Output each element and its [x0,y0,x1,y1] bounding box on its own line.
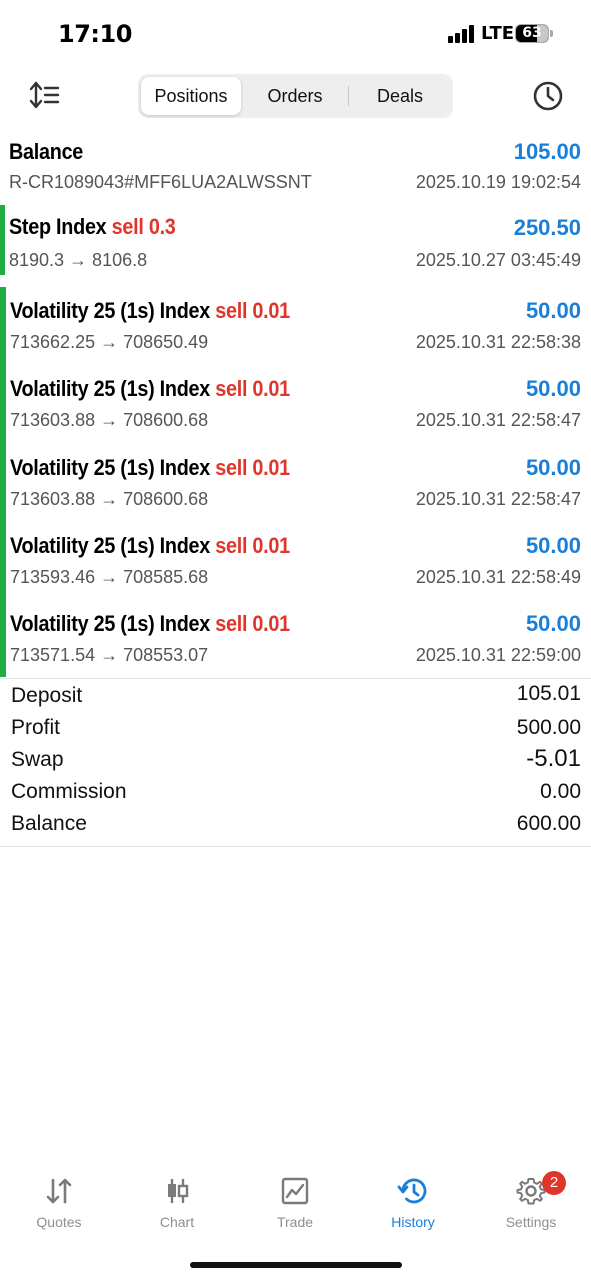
deal-profit: 50.00 [525,533,581,558]
settings-badge: 2 [542,1171,566,1195]
deal-row[interactable]: Volatility 25 (1s) Index sell 0.01 50.00… [0,294,591,364]
deal-symbol: Step Index [9,214,107,239]
deal-side: sell 0.01 [215,611,290,636]
deal-datetime: 2025.10.31 22:58:47 [415,410,581,430]
deal-row[interactable]: Volatility 25 (1s) Index sell 0.01 50.00… [0,451,591,521]
nav-label: Trade [276,1214,314,1230]
deal-symbol: Volatility 25 (1s) Index [10,611,211,636]
status-bar: 17:10 LTE 63 [0,0,591,70]
sort-icon[interactable] [28,80,62,110]
deal-datetime: 2025.10.27 03:45:49 [415,250,581,270]
deal-symbol: Volatility 25 (1s) Index [10,533,211,558]
signal-strength-icon [448,25,476,43]
deal-profit: 50.00 [525,298,581,323]
balance-datetime: 2025.10.19 19:02:54 [415,172,581,192]
deal-side: sell 0.01 [215,376,290,401]
network-type: LTE [481,23,515,44]
nav-quotes[interactable]: Quotes [0,1172,118,1242]
deal-row[interactable]: Volatility 25 (1s) Index sell 0.01 50.00… [0,372,591,442]
balance-amount: 105.00 [513,139,581,164]
deal-datetime: 2025.10.31 22:58:47 [415,489,581,509]
deal-symbol: Volatility 25 (1s) Index [10,298,211,323]
balance-reference: R-CR1089043#MFF6LUA2ALWSSNT [9,172,312,192]
deal-prices: 713603.88 → 708600.68 [10,410,209,430]
deal-profit: 50.00 [525,455,581,480]
summary-label-balance: Balance [11,812,87,835]
nav-label: Quotes [36,1214,82,1230]
deal-datetime: 2025.10.31 22:59:00 [415,645,581,665]
nav-trade[interactable]: Trade [236,1172,354,1242]
deal-prices: 713593.46 → 708585.68 [10,567,209,587]
deal-row[interactable]: Volatility 25 (1s) Index sell 0.01 50.00… [0,607,591,677]
deal-side: sell 0.01 [215,533,290,558]
deal-side: sell 0.01 [215,455,290,480]
position-bar [0,205,5,275]
deal-profit: 50.00 [525,611,581,636]
summary-value-profit: 500.00 [516,716,581,739]
candlestick-icon [168,1179,189,1203]
tab-positions[interactable]: Positions [141,77,241,115]
summary-label-profit: Profit [11,716,61,739]
nav-label: Settings [505,1214,557,1230]
deal-side: sell 0.3 [111,214,176,239]
summary-label-swap: Swap [11,748,64,771]
deal-prices: 713603.88 → 708600.68 [10,489,209,509]
deal-row[interactable]: Volatility 25 (1s) Index sell 0.01 50.00… [0,529,591,599]
nav-chart[interactable]: Chart [118,1172,236,1242]
deal-side: sell 0.01 [215,298,290,323]
deal-row[interactable]: Step Index sell 0.3 250.50 8190.3 → 8106… [0,205,591,275]
battery-level: 63 [522,25,542,41]
deal-symbol: Volatility 25 (1s) Index [10,376,211,401]
deal-profit: 250.50 [513,215,581,240]
tab-deals[interactable]: Deals [350,77,450,115]
battery-icon: 63 [515,24,549,43]
divider [0,678,591,679]
nav-history[interactable]: History [354,1172,472,1242]
history-segmented-control: Positions Orders Deals [138,74,453,118]
balance-title: Balance [9,139,84,164]
deal-prices: 713571.54 → 708553.07 [10,645,209,665]
nav-label: History [391,1214,435,1230]
trade-chart-icon [281,1177,309,1205]
nav-label: Chart [159,1214,195,1230]
summary-label-commission: Commission [11,780,127,803]
deal-datetime: 2025.10.31 22:58:38 [415,332,581,352]
quotes-arrows-icon [46,1178,72,1204]
tab-orders[interactable]: Orders [244,77,346,115]
summary-value-deposit: 105.01 [516,682,581,705]
summary-value-commission: 0.00 [540,780,581,803]
nav-settings[interactable]: 2 Settings [472,1171,590,1242]
summary-value-balance: 600.00 [516,812,581,835]
deal-prices: 8190.3 → 8106.8 [9,250,148,270]
status-time: 17:10 [58,20,132,48]
summary-label-deposit: Deposit [11,684,83,707]
history-clock-icon [397,1178,427,1204]
balance-row[interactable]: Balance 105.00 R-CR1089043#MFF6LUA2ALWSS… [0,135,591,199]
deal-symbol: Volatility 25 (1s) Index [10,455,211,480]
home-indicator [190,1262,402,1268]
deal-datetime: 2025.10.31 22:58:49 [415,567,581,587]
summary-value-swap: -5.01 [526,745,581,772]
deal-prices: 713662.25 → 708650.49 [10,332,209,352]
clock-icon[interactable] [532,80,564,112]
deal-profit: 50.00 [525,376,581,401]
divider [0,846,591,847]
